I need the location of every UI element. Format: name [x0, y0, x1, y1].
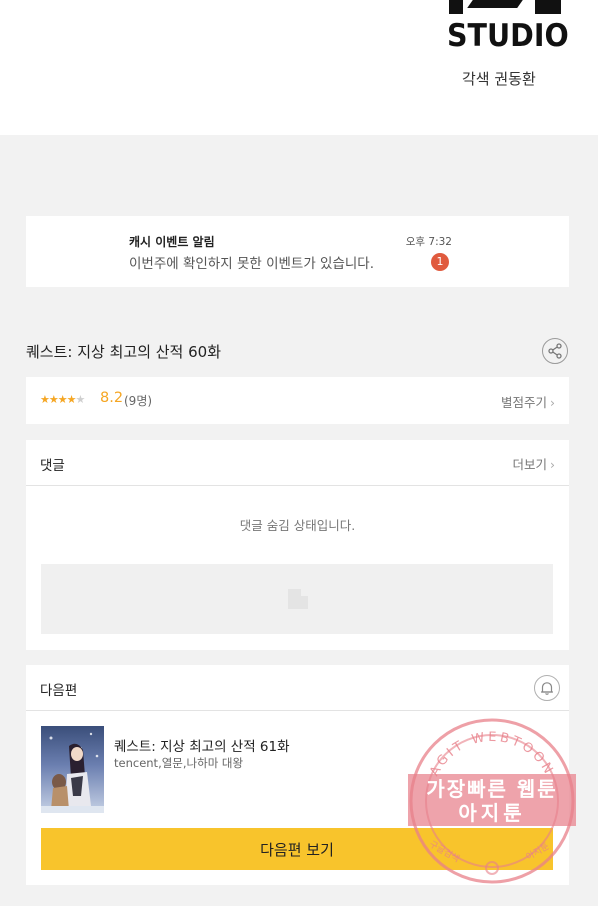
image-placeholder-icon: [288, 589, 308, 609]
next-episode-thumbnail[interactable]: [41, 726, 104, 813]
next-divider: [26, 710, 569, 711]
notification-body: 이번주에 확인하지 못한 이벤트가 있습니다.: [129, 256, 375, 272]
comments-card: 댓글 더보기 › 댓글 숨김 상태입니다.: [26, 440, 569, 650]
star-icon: ★: [66, 393, 77, 406]
rating-card: ★★★★★ 8.2 (9명) 별점주기 ›: [26, 377, 569, 424]
comments-divider: [26, 485, 569, 486]
star-icon: ★: [57, 393, 68, 406]
adaptation-credit: 각색 권동환: [462, 70, 536, 88]
episode-title: 퀘스트: 지상 최고의 산적 60화: [26, 343, 222, 361]
view-next-episode-button[interactable]: 다음편 보기: [41, 828, 553, 870]
rating-score: 8.2: [100, 390, 124, 406]
top-banner: STUDIO 각색 권동환: [0, 0, 598, 135]
star-empty-icon: ★: [75, 393, 86, 406]
rate-link[interactable]: 별점주기 ›: [501, 392, 555, 411]
notification-title: 캐시 이벤트 알림: [129, 235, 215, 249]
comments-more-link[interactable]: 더보기 ›: [512, 454, 555, 473]
next-episode-meta: tencent,열문,나하마 대왕: [114, 756, 244, 770]
comments-hidden-message: 댓글 숨김 상태입니다.: [239, 518, 356, 533]
next-episode-card: 다음편 퀘스트: 지상 최고의 산적 61화 tencent,열문,나하마 대왕…: [26, 665, 569, 885]
rate-link-label: 별점주기: [500, 395, 547, 410]
ad-placeholder: [41, 564, 553, 634]
studio-logo: STUDIO: [447, 18, 569, 54]
share-button[interactable]: [542, 338, 568, 364]
star-rating: ★★★★★: [40, 393, 86, 406]
notify-bell-button[interactable]: [534, 675, 560, 701]
comments-title: 댓글: [40, 458, 65, 474]
next-episode-heading: 다음편: [40, 683, 78, 699]
share-icon: [548, 343, 562, 359]
logo-bar-right: [535, 0, 561, 14]
more-link-label: 더보기: [512, 457, 547, 472]
thumbnail-art: [41, 732, 104, 813]
star-icon: ★: [40, 393, 50, 406]
next-episode-title[interactable]: 퀘스트: 지상 최고의 산적 61화: [114, 735, 290, 755]
star-icon: ★: [48, 393, 59, 406]
rating-count: (9명): [124, 394, 153, 408]
logo-diagonal: [467, 0, 523, 8]
notification-badge: 1: [431, 253, 449, 271]
bell-icon: [541, 682, 553, 695]
chevron-right-icon: ›: [550, 395, 555, 410]
notification-time: 오후 7:32: [405, 236, 452, 248]
chevron-right-icon: ›: [550, 457, 555, 472]
notification-card[interactable]: 캐시 이벤트 알림 이번주에 확인하지 못한 이벤트가 있습니다. 오후 7:3…: [26, 216, 569, 287]
logo-bar-left: [449, 0, 463, 14]
